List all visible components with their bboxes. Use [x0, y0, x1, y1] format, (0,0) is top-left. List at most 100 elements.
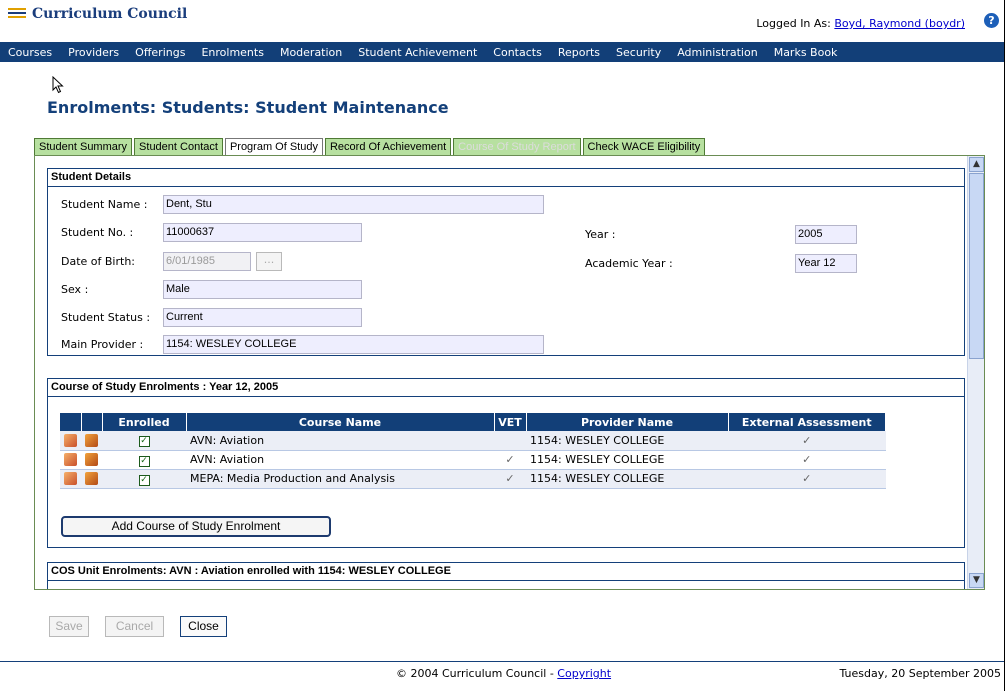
sex-field[interactable]: Male — [163, 280, 362, 299]
main-provider-label: Main Provider : — [61, 338, 144, 351]
vet-cell: ✓ — [494, 469, 526, 489]
course-name-cell: AVN: Aviation — [186, 450, 494, 470]
provider-name-cell: 1154: WESLEY COLLEGE — [526, 469, 728, 489]
tab-record-of-achievement[interactable]: Record Of Achievement — [324, 138, 452, 156]
academic-year-field[interactable]: Year 12 — [795, 254, 857, 273]
copyright-text: © 2004 Curriculum Council - — [396, 667, 558, 680]
menu-item-courses[interactable]: Courses — [0, 46, 60, 59]
logged-in-label: Logged In As: — [756, 17, 831, 30]
menu-item-student-achievement[interactable]: Student Achievement — [350, 46, 485, 59]
tab-student-summary[interactable]: Student Summary — [34, 138, 133, 156]
vet-cell — [494, 431, 526, 451]
logged-in-user-link[interactable]: Boyd, Raymond (boydr) — [834, 17, 965, 30]
save-button: Save — [49, 616, 89, 637]
help-icon[interactable]: ? — [984, 13, 999, 28]
tab-course-of-study-report: Course Of Study Report — [453, 138, 581, 156]
logo-mark-icon — [8, 7, 26, 21]
year-label: Year : — [585, 228, 616, 241]
cos-unit-enrolments-panel: COS Unit Enrolments: AVN : Aviation enro… — [47, 562, 965, 589]
tab-program-of-study[interactable]: Program Of Study — [224, 138, 323, 156]
student-status-field[interactable]: Current — [163, 308, 362, 327]
menu-item-contacts[interactable]: Contacts — [485, 46, 550, 59]
student-status-label: Student Status : — [61, 311, 151, 324]
student-details-heading: Student Details — [48, 169, 964, 187]
delete-icon[interactable] — [85, 453, 98, 467]
provider-name-col-header[interactable]: Provider Name — [526, 413, 729, 431]
main-menu: Courses Providers Offerings Enrolments M… — [0, 42, 1005, 62]
student-name-label: Student Name : — [61, 198, 148, 211]
menu-item-marks-book[interactable]: Marks Book — [766, 46, 846, 59]
edit-icon[interactable] — [64, 472, 77, 486]
vet-col-header[interactable]: VET — [494, 413, 527, 431]
academic-year-label: Academic Year : — [585, 257, 673, 270]
delete-icon[interactable] — [85, 434, 98, 447]
table-row: ✓ AVN: Aviation ✓ 1154: WESLEY COLLEGE ✓ — [60, 450, 886, 470]
external-assessment-col-header[interactable]: External Assessment — [728, 413, 886, 431]
tab-student-contact[interactable]: Student Contact — [134, 138, 223, 156]
close-button[interactable]: Close — [180, 616, 227, 637]
add-cos-enrolment-button[interactable]: Add Course of Study Enrolment — [61, 516, 331, 537]
cos-unit-enrolments-heading: COS Unit Enrolments: AVN : Aviation enro… — [48, 563, 964, 581]
scroll-up-icon[interactable]: ▲ — [969, 157, 984, 172]
table-row: ✓ AVN: Aviation 1154: WESLEY COLLEGE ✓ — [60, 431, 886, 451]
table-row: ✓ MEPA: Media Production and Analysis ✓ … — [60, 469, 886, 489]
tab-check-wace-eligibility[interactable]: Check WACE Eligibility — [582, 138, 706, 156]
vet-cell: ✓ — [494, 450, 526, 470]
edit-icon[interactable] — [64, 434, 77, 447]
menu-item-administration[interactable]: Administration — [669, 46, 766, 59]
course-name-cell: MEPA: Media Production and Analysis — [186, 469, 494, 489]
enrolled-checkbox[interactable]: ✓ — [138, 474, 150, 486]
cos-enrolments-heading: Course of Study Enrolments : Year 12, 20… — [48, 379, 964, 397]
footer-copyright: © 2004 Curriculum Council - Copyright — [396, 667, 611, 680]
menu-item-reports[interactable]: Reports — [550, 46, 608, 59]
dob-field: 6/01/1985 — [163, 252, 251, 271]
external-assessment-cell: ✓ — [728, 469, 886, 489]
menu-item-enrolments[interactable]: Enrolments — [193, 46, 272, 59]
vertical-scrollbar[interactable]: ▲ ▼ — [967, 156, 984, 589]
edit-col-header — [60, 413, 82, 431]
dob-picker-button: ... — [256, 252, 282, 271]
external-assessment-cell: ✓ — [728, 450, 886, 470]
course-name-cell: AVN: Aviation — [186, 431, 494, 451]
enrolled-checkbox[interactable]: ✓ — [138, 436, 150, 448]
student-no-field[interactable]: 11000637 — [163, 223, 362, 242]
top-bar: Curriculum Council Logged In As: Boyd, R… — [0, 0, 1005, 40]
year-field[interactable]: 2005 — [795, 225, 857, 244]
cos-enrolments-panel: Course of Study Enrolments : Year 12, 20… — [47, 378, 965, 548]
logo-text: Curriculum Council — [32, 6, 188, 22]
cos-enrolments-table: Enrolled Course Name VET Provider Name E… — [60, 413, 886, 489]
menu-item-providers[interactable]: Providers — [60, 46, 127, 59]
menu-item-security[interactable]: Security — [608, 46, 669, 59]
dob-label: Date of Birth: — [61, 255, 136, 268]
menu-item-offerings[interactable]: Offerings — [127, 46, 193, 59]
delete-col-header — [81, 413, 103, 431]
student-name-field[interactable]: Dent, Stu — [163, 195, 544, 214]
main-provider-field[interactable]: 1154: WESLEY COLLEGE — [163, 335, 544, 354]
scrollbar-thumb[interactable] — [969, 173, 984, 359]
footer-date: Tuesday, 20 September 2005 — [839, 667, 1001, 680]
table-header-row: Enrolled Course Name VET Provider Name E… — [60, 413, 886, 431]
edit-icon[interactable] — [64, 453, 77, 467]
page: Curriculum Council Logged In As: Boyd, R… — [0, 0, 1005, 691]
provider-name-cell: 1154: WESLEY COLLEGE — [526, 431, 728, 451]
scroll-down-icon[interactable]: ▼ — [969, 573, 984, 588]
footer-divider — [0, 661, 1005, 662]
sex-label: Sex : — [61, 283, 89, 296]
course-name-col-header[interactable]: Course Name — [186, 413, 495, 431]
tab-content: Student Details Student Name : Dent, Stu… — [34, 156, 985, 590]
arrow-cursor-icon — [52, 76, 64, 94]
logged-in-info: Logged In As: Boyd, Raymond (boydr) — [756, 17, 965, 30]
logo: Curriculum Council — [8, 6, 187, 22]
enrolled-col-header[interactable]: Enrolled — [102, 413, 187, 431]
student-details-panel: Student Details Student Name : Dent, Stu… — [47, 168, 965, 356]
cancel-button: Cancel — [105, 616, 164, 637]
enrolled-checkbox[interactable]: ✓ — [138, 455, 150, 467]
provider-name-cell: 1154: WESLEY COLLEGE — [526, 450, 728, 470]
external-assessment-cell: ✓ — [728, 431, 886, 451]
student-no-label: Student No. : — [61, 226, 134, 239]
copyright-link[interactable]: Copyright — [557, 667, 611, 680]
menu-item-moderation[interactable]: Moderation — [272, 46, 350, 59]
delete-icon[interactable] — [85, 472, 98, 486]
page-title: Enrolments: Students: Student Maintenanc… — [47, 98, 449, 117]
tab-strip: Student Summary Student Contact Program … — [34, 138, 706, 156]
